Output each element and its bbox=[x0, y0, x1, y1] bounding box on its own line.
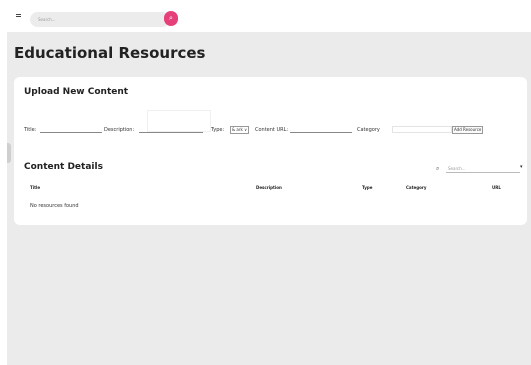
details-card: Content Details ⌕ Search... ▾ Title Desc… bbox=[14, 152, 527, 225]
title-label: Title: bbox=[24, 127, 37, 133]
description-label: Description: bbox=[104, 127, 135, 133]
main-content: Educational Resources Upload New Content… bbox=[7, 32, 531, 365]
column-header-url: URL bbox=[492, 185, 501, 190]
details-card-title: Content Details bbox=[24, 162, 103, 172]
category-label: Category bbox=[357, 127, 380, 133]
description-textarea[interactable] bbox=[147, 110, 211, 132]
url-label: Content URL: bbox=[255, 127, 289, 133]
title-input[interactable] bbox=[40, 132, 102, 133]
url-input[interactable] bbox=[290, 132, 352, 133]
search-button[interactable]: ⌕ bbox=[164, 11, 178, 26]
category-input[interactable] bbox=[392, 126, 452, 133]
type-label: Type: bbox=[211, 127, 225, 133]
column-header-description: Description bbox=[256, 185, 282, 190]
empty-state-message: No resources found bbox=[30, 203, 79, 209]
column-header-title: Title bbox=[30, 185, 41, 190]
upload-card-title: Upload New Content bbox=[24, 87, 129, 97]
description-underline bbox=[139, 132, 203, 133]
type-select[interactable]: & ark ∨ bbox=[230, 126, 250, 134]
filter-input[interactable]: Search... bbox=[446, 164, 520, 173]
caret-down-icon[interactable]: ▾ bbox=[520, 164, 523, 170]
search-icon: ⌕ bbox=[436, 165, 440, 172]
search-input[interactable]: Search... bbox=[30, 12, 170, 27]
column-header-category: Category bbox=[406, 185, 427, 190]
add-resource-button[interactable]: Add Resource bbox=[452, 126, 484, 134]
top-bar: Search... ⌕ bbox=[0, 0, 531, 32]
column-header-type: Type bbox=[362, 185, 373, 190]
menu-icon[interactable] bbox=[16, 14, 21, 17]
page-title: Educational Resources bbox=[14, 44, 206, 62]
side-drawer-handle[interactable] bbox=[7, 143, 11, 163]
